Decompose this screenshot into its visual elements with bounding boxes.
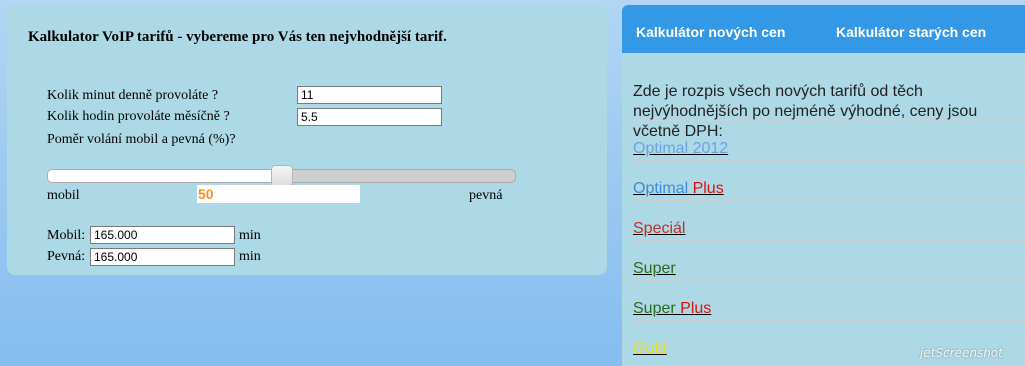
slider-handle[interactable] <box>270 165 293 187</box>
divider <box>633 200 1025 201</box>
divider <box>633 320 1025 321</box>
tab-bar: Kalkulátor nových cen Kalkulátor starých… <box>622 5 1025 53</box>
ratio-slider[interactable] <box>47 165 516 187</box>
tariff-panel: Kalkulátor nových cen Kalkulátor starých… <box>622 5 1025 366</box>
pevna-unit: min <box>239 249 261 264</box>
divider <box>633 280 1025 281</box>
slider-right-label: pevná <box>469 188 503 203</box>
minutes-per-day-input[interactable] <box>297 86 442 104</box>
pevna-minutes-input[interactable] <box>90 248 235 266</box>
tab-new-prices[interactable]: Kalkulátor nových cen <box>636 24 785 40</box>
tariff-link-gold[interactable]: Gold <box>633 340 667 358</box>
pevna-label: Pevná: <box>47 249 86 264</box>
tariff-link-super[interactable]: Super <box>633 260 676 278</box>
calculator-title: Kalkulator VoIP tarifů - vybereme pro Vá… <box>28 29 447 45</box>
divider <box>633 240 1025 241</box>
divider <box>633 120 1025 121</box>
mobil-unit: min <box>239 228 261 243</box>
mobil-minutes-input[interactable] <box>90 226 235 244</box>
tariff-link-special[interactable]: Speciál <box>633 220 685 238</box>
divider <box>633 160 1025 161</box>
mobil-label: Mobil: <box>47 228 86 243</box>
calculator-panel: Kalkulator VoIP tarifů - vybereme pro Vá… <box>7 5 607 275</box>
slider-left-label: mobil <box>47 188 80 203</box>
tab-old-prices[interactable]: Kalkulátor starých cen <box>836 24 986 40</box>
tariff-link-optimal-2012[interactable]: Optimal 2012 <box>633 140 728 158</box>
ratio-label: Poměr volání mobil a pevná (%)? <box>47 132 236 147</box>
hours-per-month-input[interactable] <box>297 108 442 126</box>
slider-value-display: 50 <box>197 185 360 203</box>
hours-per-month-label: Kolik hodin provoláte měsíčně ? <box>47 109 230 124</box>
watermark-logo: jetScreenshot <box>920 346 1003 360</box>
minutes-per-day-label: Kolik minut denně provoláte ? <box>47 88 219 103</box>
tariff-intro-text: Zde je rozpis všech nových tarifů od těc… <box>633 83 978 140</box>
tariff-link-optimal-plus[interactable]: Optimal Plus <box>633 180 724 198</box>
tariff-link-super-plus[interactable]: Super Plus <box>633 300 711 318</box>
